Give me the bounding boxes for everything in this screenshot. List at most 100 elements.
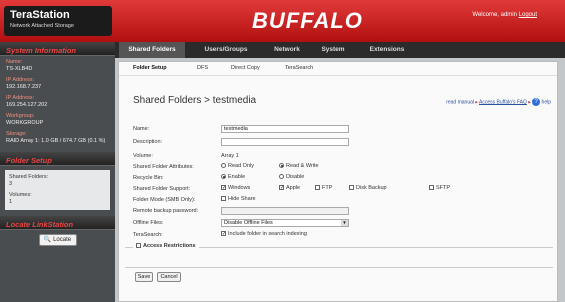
hide-share-option[interactable]: Hide Share xyxy=(221,196,256,202)
shared-folders-label: Shared Folders: xyxy=(9,174,49,180)
enable-text: Enable xyxy=(228,174,246,180)
page-title: Shared Folders > testmedia xyxy=(133,95,257,106)
buffalo-faq-link[interactable]: Access Buffalo's FAQ xyxy=(479,99,527,105)
access-restrictions-option[interactable]: Access Restrictions xyxy=(133,243,199,249)
info-value: 169.254.127.202 xyxy=(6,102,48,108)
buffalo-brand: BUFFALO xyxy=(252,8,363,33)
info-label: Workgroup: xyxy=(6,113,35,119)
ftp-option[interactable]: FTP xyxy=(315,185,332,191)
disk-backup-option[interactable]: Disk Backup xyxy=(349,185,387,191)
checkbox-icon[interactable]: ✓ xyxy=(279,185,284,191)
tab-dfs[interactable]: DFS xyxy=(197,65,208,71)
info-label: IP Address: xyxy=(6,77,35,83)
apple-option[interactable]: ✓ Apple xyxy=(279,185,300,191)
info-name: Name: TS-XLB4D xyxy=(6,59,109,73)
read-manual-link[interactable]: read manual xyxy=(446,99,474,105)
radio-icon[interactable] xyxy=(279,163,284,169)
folder-setup-box: Shared Folders: 3 Volumes: 1 xyxy=(5,170,110,210)
sidebar: System Information Name: TS-XLB4D IP Add… xyxy=(0,42,115,302)
logout-link[interactable]: Logout xyxy=(519,12,537,18)
volumes-count: 1 xyxy=(9,199,13,205)
arrow-icon: ▸ xyxy=(528,99,531,106)
read-only-text: Read Only xyxy=(228,163,254,169)
name-input[interactable]: testmedia xyxy=(221,125,349,133)
help-icon[interactable]: ? xyxy=(532,98,541,106)
volumes-label: Volumes: xyxy=(9,192,32,198)
arrow-icon: ▸ xyxy=(475,99,478,106)
disable-text: Disable xyxy=(286,174,305,180)
checkbox-icon[interactable]: ✓ xyxy=(221,231,226,237)
offline-label: Offline Files: xyxy=(133,220,164,226)
checkbox-icon[interactable]: ✓ xyxy=(221,185,226,191)
info-ip-1: IP Address: 192.168.7.237 xyxy=(6,77,109,91)
checkbox-icon[interactable] xyxy=(429,185,434,191)
volume-value: Array 1 xyxy=(221,153,239,159)
tab-folder-setup[interactable]: Folder Setup xyxy=(133,65,167,71)
read-write-option[interactable]: Read & Write xyxy=(279,163,319,169)
terasearch-text: Include folder in search indexing xyxy=(228,231,307,237)
tab-users-groups[interactable]: Users/Groups xyxy=(197,42,255,58)
read-write-text: Read & Write xyxy=(286,163,319,169)
locate-heading: Locate LinkStation xyxy=(0,216,115,230)
checkbox-icon[interactable] xyxy=(349,185,354,191)
recycle-disable-option[interactable]: Disable xyxy=(279,174,304,180)
windows-option[interactable]: ✓ Windows xyxy=(221,185,250,191)
locate-label: Locate xyxy=(53,237,72,243)
radio-icon[interactable] xyxy=(221,174,226,180)
save-button[interactable]: Save xyxy=(135,272,153,282)
logo-subtitle: Network Attached Storage xyxy=(10,23,74,29)
tab-shared-folders[interactable]: Shared Folders xyxy=(119,42,185,58)
help-links: read manual ▸ Access Buffalo's FAQ ▸ ? h… xyxy=(446,98,551,106)
info-label: Storage: xyxy=(6,131,27,137)
cancel-button[interactable]: Cancel xyxy=(157,272,181,282)
tab-network[interactable]: Network xyxy=(267,42,307,58)
description-label: Description: xyxy=(133,139,163,145)
volume-label: Volume: xyxy=(133,153,153,159)
terasearch-option[interactable]: ✓ Include folder in search indexing xyxy=(221,231,307,237)
attributes-label: Shared Folder Attributes: xyxy=(133,164,194,170)
main-nav: Shared Folders Users/Groups Network Syst… xyxy=(115,42,565,58)
radio-icon[interactable] xyxy=(221,163,226,169)
tab-direct-copy[interactable]: Direct Copy xyxy=(231,65,260,71)
help-link[interactable]: help xyxy=(542,99,551,105)
info-ip-2: IP Address: 169.254.127.202 xyxy=(6,95,109,109)
disk-backup-text: Disk Backup xyxy=(356,185,387,191)
info-value: TS-XLB4D xyxy=(6,66,33,72)
checkbox-icon[interactable] xyxy=(221,196,226,202)
recycle-label: Recycle Bin: xyxy=(133,175,164,181)
description-input[interactable] xyxy=(221,138,349,146)
sftp-text: SFTP xyxy=(436,185,451,191)
info-value: RAID Array 1: 1.0 GB / 674.7 GB (0.1 %) xyxy=(6,138,106,144)
sftp-option[interactable]: SFTP xyxy=(429,185,450,191)
info-storage: Storage: RAID Array 1: 1.0 GB / 674.7 GB… xyxy=(6,131,109,145)
header-bar: TeraStation Network Attached Storage BUF… xyxy=(0,0,565,42)
tab-extensions[interactable]: Extensions xyxy=(363,42,411,58)
access-restrictions-text: Access Restrictions xyxy=(143,243,196,249)
info-workgroup: Workgroup: WORKGROUP xyxy=(6,113,109,127)
radio-icon[interactable] xyxy=(279,174,284,180)
welcome-text: Welcome, admin Logout xyxy=(472,12,537,18)
logo-title: TeraStation xyxy=(10,9,70,21)
offline-select-value: Disable Offline Files xyxy=(224,220,273,226)
tab-system[interactable]: System xyxy=(315,42,351,58)
terasearch-label: TeraSearch: xyxy=(133,232,163,238)
checkbox-icon[interactable] xyxy=(136,243,141,249)
info-value: 192.168.7.237 xyxy=(6,84,42,90)
system-info: Name: TS-XLB4D IP Address: 192.168.7.237… xyxy=(0,56,115,152)
name-label: Name: xyxy=(133,126,150,132)
info-label: Name: xyxy=(6,59,23,65)
hide-share-text: Hide Share xyxy=(228,196,256,202)
recycle-enable-option[interactable]: Enable xyxy=(221,174,245,180)
remote-backup-input[interactable] xyxy=(221,207,349,215)
smb-label: Folder Mode (SMB Only): xyxy=(133,197,196,203)
info-label: IP Address: xyxy=(6,95,35,101)
checkbox-icon[interactable] xyxy=(315,185,320,191)
apple-text: Apple xyxy=(286,185,301,191)
offline-files-select[interactable]: Disable Offline Files ▼ xyxy=(221,219,349,227)
read-only-option[interactable]: Read Only xyxy=(221,163,254,169)
chevron-down-icon[interactable]: ▼ xyxy=(341,220,348,226)
locate-button[interactable]: 🔍 Locate xyxy=(38,234,77,246)
shared-folders-count: 3 xyxy=(9,181,13,187)
tab-terasearch[interactable]: TeraSearch xyxy=(285,65,313,71)
search-icon: 🔍 xyxy=(43,237,52,243)
